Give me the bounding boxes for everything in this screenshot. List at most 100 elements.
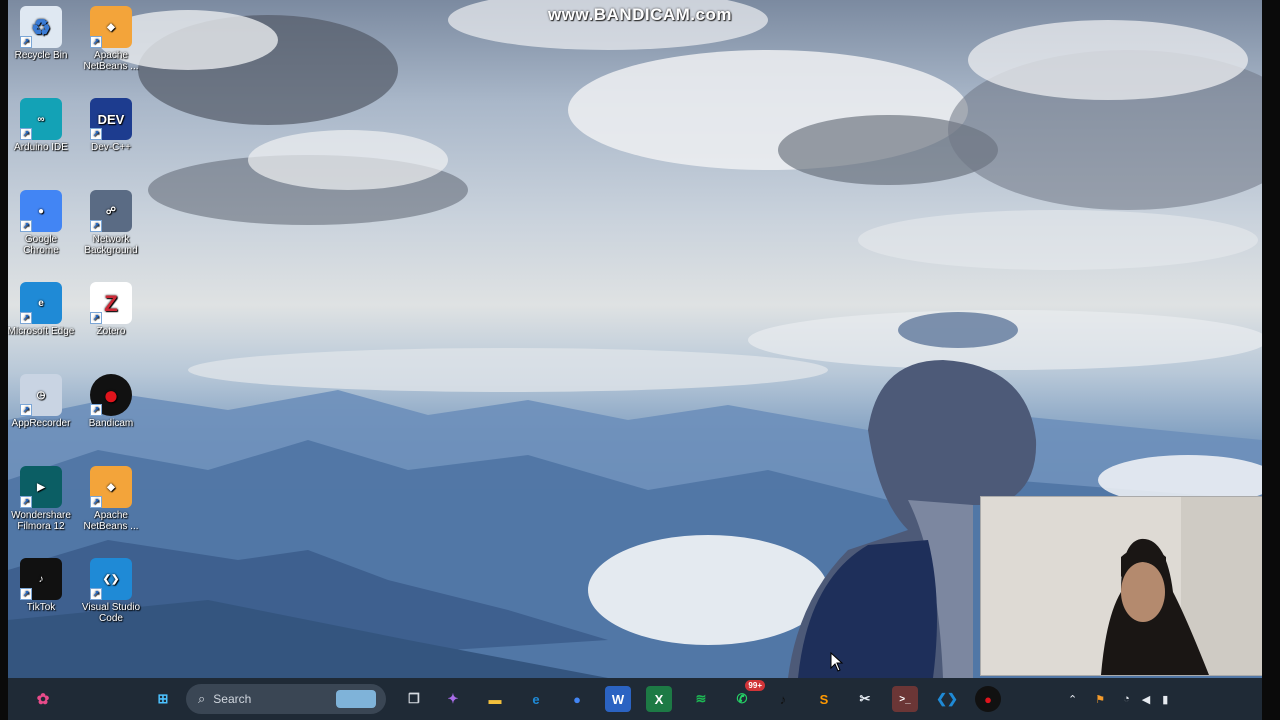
battery-icon[interactable]: ▮ xyxy=(1162,693,1168,706)
search-icon: ⌕ xyxy=(198,691,206,706)
desktop-icon-recycle-bin[interactable]: ♻ ↗ Recycle Bin xyxy=(6,6,76,61)
desktop-icon-label: TikTok xyxy=(26,602,56,613)
desktop-icon-dev-cpp[interactable]: DEV ↗ Dev-C++ xyxy=(76,98,146,153)
taskbar-tiktok[interactable]: ♪ xyxy=(770,686,796,712)
shortcut-arrow-icon: ↗ xyxy=(20,220,32,232)
zotero-icon: Z ↗ xyxy=(90,282,132,324)
system-tray: ⌃ ⚑ ◔ ◀ ▮ xyxy=(1068,678,1168,720)
desktop-icon-wondershare-filmora[interactable]: ▶ ↗ Wondershare Filmora 12 xyxy=(6,466,76,532)
whatsapp-icon: ✆ xyxy=(736,691,748,706)
terminal-icon: >_ xyxy=(899,693,911,705)
folder-icon: ▬ xyxy=(488,691,502,707)
desktop-icon-microsoft-edge[interactable]: e ↗ Microsoft Edge xyxy=(6,282,76,337)
shortcut-arrow-icon: ↗ xyxy=(90,404,102,416)
desktop-icon-app-clock[interactable]: ◷ ↗ AppRecorder xyxy=(6,374,76,429)
taskbar-sublime[interactable]: S xyxy=(811,686,837,712)
webcam-person xyxy=(981,497,1262,675)
sublime-icon: S xyxy=(819,691,829,707)
desktop-icon-label: Apache NetBeans ... xyxy=(83,510,139,532)
volume-icon[interactable]: ◀ xyxy=(1142,693,1150,706)
devcpp-icon: DEV ↗ xyxy=(90,98,132,140)
desktop-icon-label: Recycle Bin xyxy=(14,50,68,61)
search-highlight-icon xyxy=(336,690,376,708)
edge-icon: e xyxy=(532,691,540,707)
shortcut-arrow-icon: ↗ xyxy=(90,312,102,324)
desktop-icon-label: Network Background xyxy=(84,234,138,256)
snip-icon: ✂ xyxy=(859,691,871,706)
desktop-icon-arduino-ide[interactable]: ∞ ↗ Arduino IDE xyxy=(6,98,76,153)
chrome-icon: ● xyxy=(573,691,581,707)
tiktok-icon: ♪ xyxy=(779,691,787,707)
copilot-icon: ✦ xyxy=(447,691,459,706)
windows-icon: ⊞ xyxy=(157,691,169,706)
filmora-icon: ▶ ↗ xyxy=(20,466,62,508)
letterbox-right xyxy=(1262,0,1280,720)
chrome-icon: ● ↗ xyxy=(20,190,62,232)
desktop-icon-vscode[interactable]: ❮❯ ↗ Visual Studio Code xyxy=(76,558,146,624)
desktop-icon-apache-netbeans-2[interactable]: ◆ ↗ Apache NetBeans ... xyxy=(76,466,146,532)
desktop-icon-bandicam[interactable]: ● ↗ Bandicam xyxy=(76,374,146,429)
taskbar-chrome[interactable]: ● xyxy=(564,686,590,712)
desktop-icon-google-chrome[interactable]: ● ↗ Google Chrome xyxy=(6,190,76,256)
netbeans-icon: ◆ ↗ xyxy=(90,6,132,48)
taskbar-terminal[interactable]: >_ xyxy=(892,686,918,712)
shortcut-arrow-icon: ↗ xyxy=(90,36,102,48)
taskbar-word[interactable]: W xyxy=(605,686,631,712)
desktop-icon-network-app[interactable]: ☍ ↗ Network Background xyxy=(76,190,146,256)
taskbar-clock[interactable] xyxy=(1249,684,1252,698)
desktop-icon-label: Apache NetBeans ... xyxy=(83,50,139,72)
clock-time-placeholder xyxy=(1249,684,1252,698)
shortcut-arrow-icon: ↗ xyxy=(90,496,102,508)
desktop-icon-apache-netbeans-1[interactable]: ◆ ↗ Apache NetBeans ... xyxy=(76,6,146,72)
bandicam-watermark: www.BANDICAM.com xyxy=(548,5,732,24)
vscode-icon: ❮❯ ↗ xyxy=(90,558,132,600)
edge-icon: e ↗ xyxy=(20,282,62,324)
excel-icon: X xyxy=(654,691,664,707)
taskbar-search[interactable]: ⌕ Search xyxy=(186,684,386,714)
taskbar-file-explorer[interactable]: ▬ xyxy=(482,686,508,712)
netbeans-icon: ◆ ↗ xyxy=(90,466,132,508)
wifi-icon[interactable]: ◔ xyxy=(1123,693,1130,705)
desktop-icon-label: Dev-C++ xyxy=(90,142,131,153)
taskbar-whatsapp[interactable]: ✆ 99+ xyxy=(729,680,765,712)
shortcut-arrow-icon: ↗ xyxy=(20,404,32,416)
taskbar-excel[interactable]: X xyxy=(646,686,672,712)
shortcut-arrow-icon: ↗ xyxy=(90,220,102,232)
taskbar-vscode[interactable]: ❮❯ xyxy=(934,686,960,712)
desktop-icon-label: Wondershare Filmora 12 xyxy=(11,510,71,532)
desktop-icon-tiktok[interactable]: ♪ ↗ TikTok xyxy=(6,558,76,613)
taskbar-task-view[interactable]: ❐ xyxy=(401,686,427,712)
record-icon: ● xyxy=(984,691,992,707)
webcam-overlay xyxy=(980,496,1262,676)
chevron-up-icon[interactable]: ⌃ xyxy=(1068,693,1077,706)
shortcut-arrow-icon: ↗ xyxy=(20,588,32,600)
taskbar-snipping[interactable]: ✂ xyxy=(852,686,878,712)
desktop-icon-label: AppRecorder xyxy=(11,418,71,429)
desktop-icon-label: Bandicam xyxy=(88,418,134,429)
widgets-icon[interactable]: ✿ xyxy=(30,686,56,712)
taskbar-edge[interactable]: e xyxy=(523,686,549,712)
vscode-icon: ❮❯ xyxy=(936,691,958,706)
spotify-icon: ≋ xyxy=(695,691,707,706)
taskbar-start-button[interactable]: ⊞ xyxy=(150,686,176,712)
shortcut-arrow-icon: ↗ xyxy=(90,128,102,140)
recycle-icon: ♻ ↗ xyxy=(20,6,62,48)
network-icon: ☍ ↗ xyxy=(90,190,132,232)
desktop-wallpaper xyxy=(8,0,1262,678)
shortcut-arrow-icon: ↗ xyxy=(20,312,32,324)
desktop-icon-zotero[interactable]: Z ↗ Zotero xyxy=(76,282,146,337)
shortcut-arrow-icon: ↗ xyxy=(20,36,32,48)
security-icon[interactable]: ⚑ xyxy=(1095,693,1105,706)
mouse-cursor-icon xyxy=(830,652,844,672)
desktop-icon-label: Arduino IDE xyxy=(14,142,68,153)
taskbar-spotify[interactable]: ≋ xyxy=(688,686,714,712)
taskbar-bandicam[interactable]: ● xyxy=(975,686,1001,712)
clock-icon: ◷ ↗ xyxy=(20,374,62,416)
taskbar: ✿ ⌕ Search ⊞ ❐ ✦ ▬ e ● W X ≋ ✆ 99+ ♪ S ✂ >_ ❮❯ ● ⌃ ⚑ ◔ ◀… xyxy=(8,678,1262,720)
desktop-icon-label: Google Chrome xyxy=(23,234,59,256)
taskbar-copilot[interactable]: ✦ xyxy=(440,686,466,712)
record-icon: ● ↗ xyxy=(90,374,132,416)
word-icon: W xyxy=(611,691,625,707)
tiktok-icon: ♪ ↗ xyxy=(20,558,62,600)
desktop-icon-label: Zotero xyxy=(96,326,126,337)
